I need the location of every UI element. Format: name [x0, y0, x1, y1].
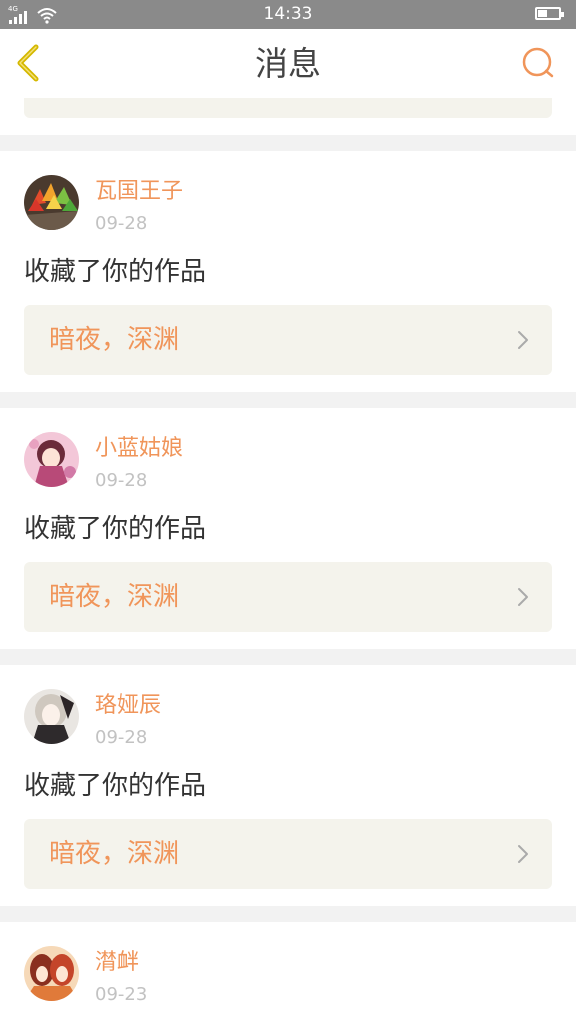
chevron-right-icon: [518, 588, 528, 606]
work-link[interactable]: 暗夜，深渊: [24, 562, 552, 632]
message-date: 09-28: [95, 470, 148, 491]
work-link[interactable]: 暗夜，深渊: [24, 305, 552, 375]
avatar[interactable]: [24, 175, 79, 230]
message-card-partial: [0, 98, 576, 135]
status-bar: 4G 14:33: [0, 0, 576, 29]
message-card: 珞娅辰 09-28 收藏了你的作品 暗夜，深渊: [0, 665, 576, 906]
avatar[interactable]: [24, 946, 79, 1001]
chevron-right-icon: [518, 331, 528, 349]
username[interactable]: 珞娅辰: [95, 693, 161, 719]
message-card: 小蓝姑娘 09-28 收藏了你的作品 暗夜，深渊: [0, 408, 576, 649]
avatar-image: [24, 689, 79, 744]
username[interactable]: 瓦国王子: [95, 179, 183, 205]
battery-level: [538, 10, 547, 17]
avatar-image: [24, 432, 79, 487]
avatar[interactable]: [24, 689, 79, 744]
chevron-right-icon: [518, 845, 528, 863]
search-button[interactable]: [520, 45, 556, 81]
message-card: 瓦国王子 09-28 收藏了你的作品 暗夜，深渊: [0, 151, 576, 392]
work-title: 暗夜，深渊: [49, 839, 180, 869]
work-link-partial[interactable]: [24, 98, 552, 118]
message-date: 09-28: [95, 213, 148, 234]
username[interactable]: 潸衅: [95, 950, 139, 976]
work-title: 暗夜，深渊: [49, 325, 180, 355]
message-text: 收藏了你的作品: [24, 514, 207, 544]
battery-icon: [535, 7, 564, 20]
work-title: 暗夜，深渊: [49, 582, 180, 612]
avatar[interactable]: [24, 432, 79, 487]
page-title: 消息: [255, 44, 321, 83]
header: 消息: [0, 29, 576, 99]
avatar-image: [24, 175, 79, 230]
message-card: 潸衅 09-23: [0, 922, 576, 1024]
message-date: 09-28: [95, 727, 148, 748]
message-date: 09-23: [95, 984, 148, 1005]
avatar-image: [24, 946, 79, 1001]
message-text: 收藏了你的作品: [24, 771, 207, 801]
username[interactable]: 小蓝姑娘: [95, 436, 183, 462]
status-time: 14:33: [263, 4, 313, 24]
search-icon: [522, 47, 554, 78]
work-link[interactable]: 暗夜，深渊: [24, 819, 552, 889]
message-text: 收藏了你的作品: [24, 257, 207, 287]
